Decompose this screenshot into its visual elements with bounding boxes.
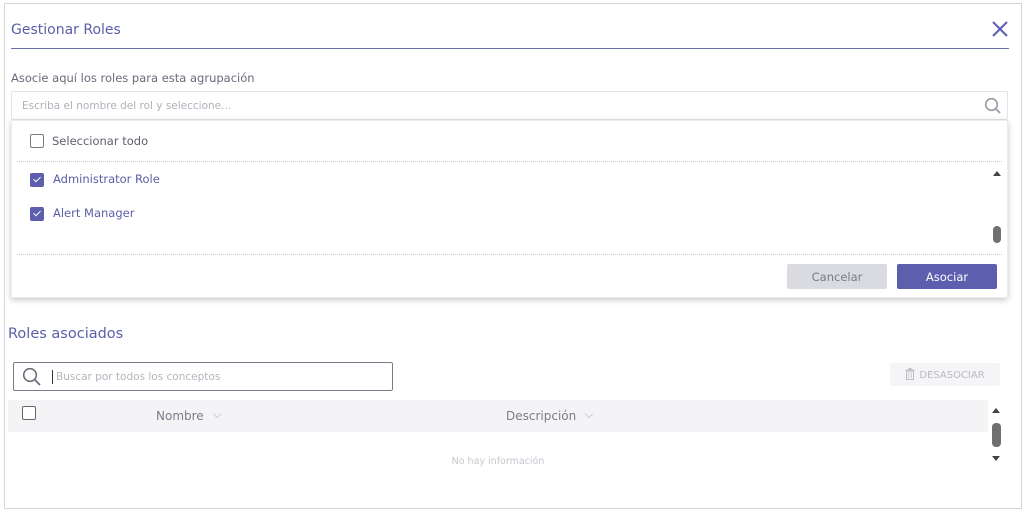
sort-chevron-icon xyxy=(585,409,594,419)
scroll-up-arrow[interactable] xyxy=(992,408,1000,413)
dropdown-divider xyxy=(17,161,1002,162)
role-option-label: Administrator Role xyxy=(53,172,160,186)
close-icon[interactable] xyxy=(989,18,1011,40)
column-header-label: Nombre xyxy=(156,409,204,423)
associate-button[interactable]: Asociar xyxy=(897,264,997,289)
role-option[interactable]: Alert Manager xyxy=(12,201,987,227)
disassociate-label: DESASOCIAR xyxy=(919,370,985,381)
column-header-name[interactable]: Nombre xyxy=(156,409,221,423)
select-all-rows-checkbox[interactable] xyxy=(22,406,36,420)
disassociate-button[interactable]: DESASOCIAR xyxy=(890,363,1000,386)
manage-roles-dialog: Gestionar Roles Asocie aquí los roles pa… xyxy=(4,3,1022,509)
role-search-box xyxy=(11,91,1008,120)
role-search-input[interactable] xyxy=(12,92,967,119)
empty-table-message: No hay información xyxy=(451,456,545,467)
dropdown-scrollbar-thumb[interactable] xyxy=(993,226,1001,243)
select-all-checkbox[interactable] xyxy=(30,134,44,148)
search-icon[interactable] xyxy=(984,97,1002,115)
scroll-up-arrow[interactable] xyxy=(993,171,1001,176)
associated-roles-title: Roles asociados xyxy=(8,326,124,342)
title-divider xyxy=(11,48,1009,49)
select-all-option[interactable]: Seleccionar todo xyxy=(12,121,1007,161)
associated-roles-filter xyxy=(13,362,393,391)
search-icon xyxy=(22,367,41,386)
role-checkbox[interactable] xyxy=(30,173,44,187)
associate-roles-label: Asocie aquí los roles para esta agrupaci… xyxy=(11,71,255,85)
table-scrollbar-thumb[interactable] xyxy=(992,423,1001,447)
dialog-title: Gestionar Roles xyxy=(11,22,121,38)
column-header-label: Descripción xyxy=(506,409,577,423)
table-header: Nombre Descripción xyxy=(8,400,988,432)
role-option[interactable]: Administrator Role xyxy=(12,167,987,193)
scroll-down-arrow[interactable] xyxy=(992,456,1000,461)
cancel-button[interactable]: Cancelar xyxy=(787,264,887,289)
column-header-description[interactable]: Descripción xyxy=(506,409,594,423)
role-option-label: Alert Manager xyxy=(53,206,135,220)
role-checkbox[interactable] xyxy=(30,207,44,221)
role-dropdown: Seleccionar todo Administrator Role Aler… xyxy=(11,120,1008,298)
filter-input[interactable] xyxy=(52,370,390,384)
select-all-label: Seleccionar todo xyxy=(52,134,149,148)
sort-chevron-icon xyxy=(212,409,221,419)
dropdown-divider xyxy=(17,254,1002,255)
trash-icon xyxy=(905,368,915,380)
